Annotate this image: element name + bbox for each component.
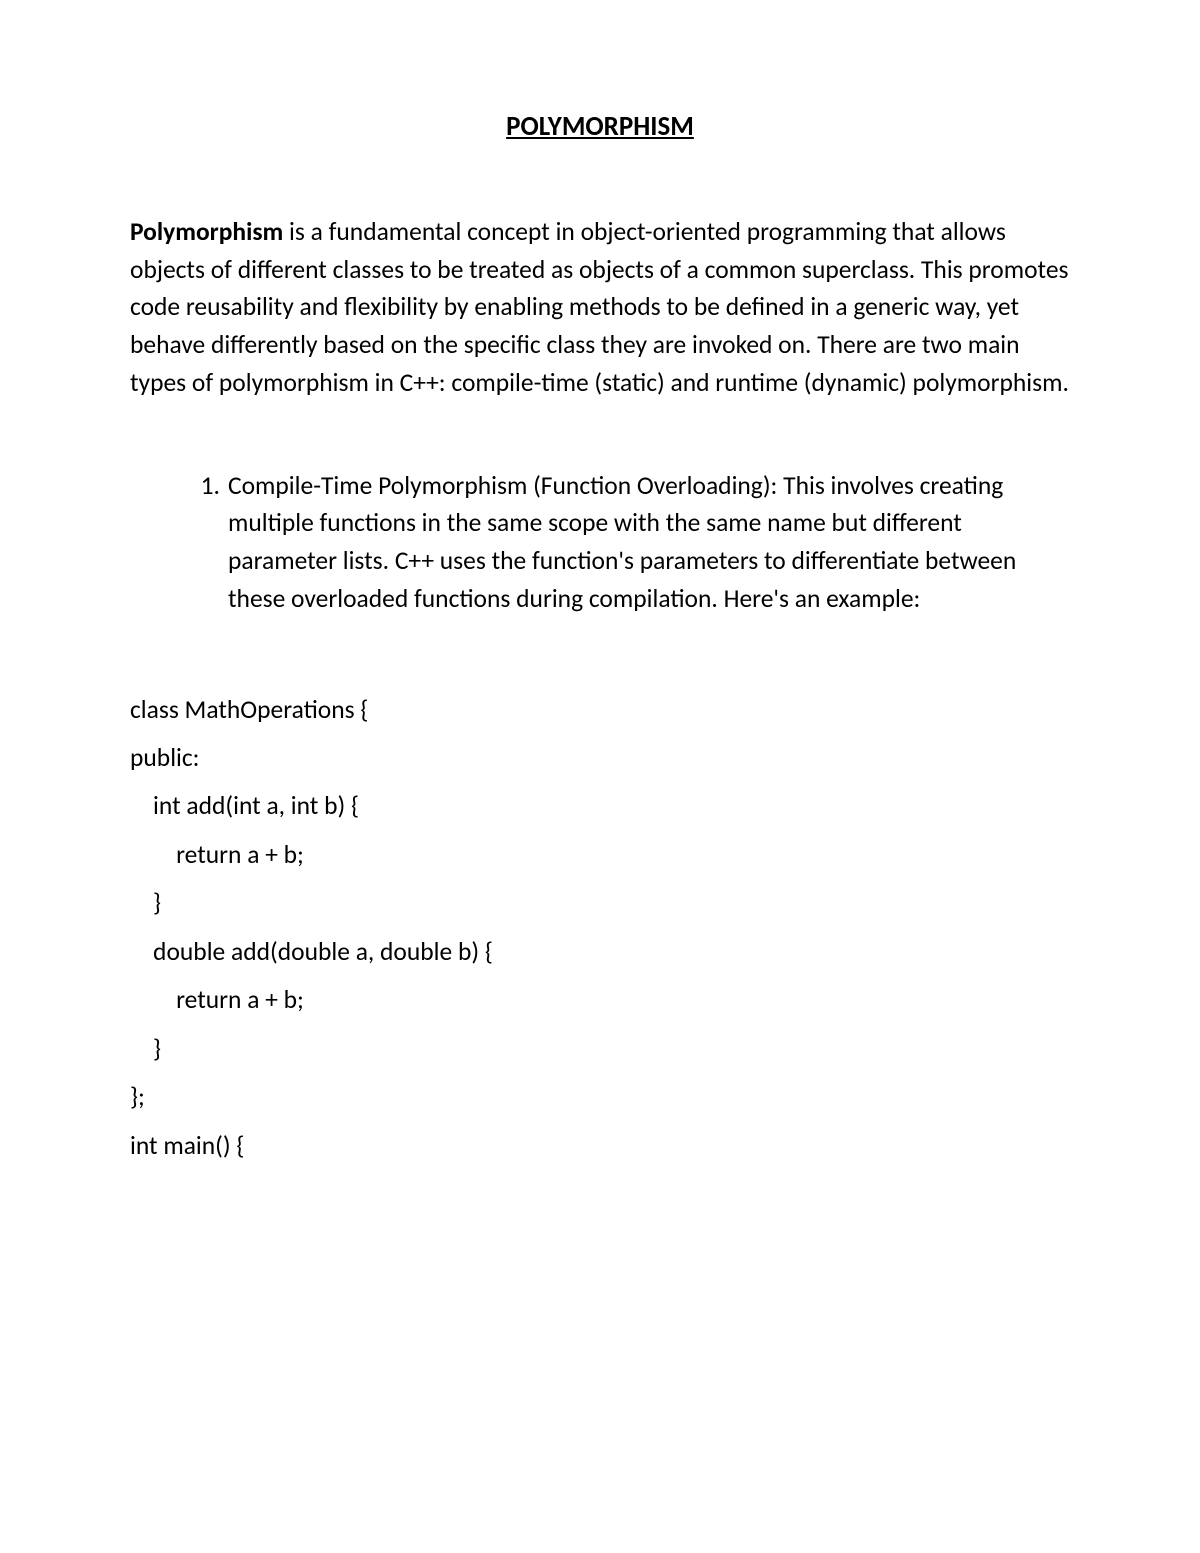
- code-line: return a + b;: [130, 976, 1070, 1024]
- code-line: }: [130, 1025, 1070, 1073]
- list-bold-heading: Compile-Time Polymorphism (Function Over…: [228, 470, 777, 501]
- code-line: public:: [130, 734, 1070, 782]
- code-line: return a + b;: [130, 831, 1070, 879]
- list-body: Compile-Time Polymorphism (Function Over…: [228, 467, 1070, 618]
- code-line: int add(int a, int b) {: [130, 782, 1070, 830]
- code-line: class MathOperations {: [130, 686, 1070, 734]
- code-block: class MathOperations { public: int add(i…: [130, 686, 1070, 1170]
- code-line: };: [130, 1073, 1070, 1121]
- list-item-1: 1. Compile-Time Polymorphism (Function O…: [130, 467, 1070, 618]
- document-page: POLYMORPHISM Polymorphism is a fundament…: [0, 0, 1200, 1170]
- intro-bold-term: Polymorphism: [130, 216, 283, 247]
- list-number: 1.: [178, 467, 228, 618]
- code-line: int main() {: [130, 1122, 1070, 1170]
- code-line: double add(double a, double b) {: [130, 928, 1070, 976]
- document-title: POLYMORPHISM: [130, 110, 1070, 143]
- intro-paragraph: Polymorphism is a fundamental concept in…: [130, 213, 1070, 402]
- code-line: }: [130, 879, 1070, 927]
